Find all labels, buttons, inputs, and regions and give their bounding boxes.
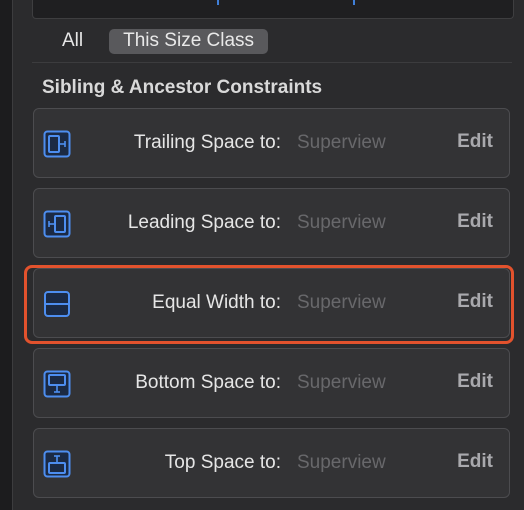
constraint-target: Superview [297, 132, 386, 153]
constraint-target: Superview [297, 372, 386, 393]
edit-button[interactable]: Edit [457, 451, 493, 473]
constraint-label: Top Space to: [164, 452, 281, 473]
edit-button[interactable]: Edit [457, 291, 493, 313]
edit-button[interactable]: Edit [457, 371, 493, 393]
leading-space-icon [43, 210, 71, 238]
constraint-label: Leading Space to: [127, 212, 281, 233]
constraint-row-leading-space[interactable]: Leading Space to: Superview Edit [33, 188, 510, 258]
constraint-row-equal-width[interactable]: Equal Width to: Superview Edit [33, 268, 510, 338]
bottom-space-icon [43, 370, 71, 398]
constraint-label: Bottom Space to: [135, 372, 281, 393]
edit-button[interactable]: Edit [457, 211, 493, 233]
constraint-label: Equal Width to: [152, 292, 281, 313]
constraint-view-preview [32, 0, 514, 19]
divider [32, 62, 512, 63]
preview-tick [217, 0, 219, 5]
section-title: Sibling & Ancestor Constraints [42, 77, 323, 98]
size-inspector-panel: All This Size Class Sibling & Ancestor C… [0, 0, 524, 510]
constraint-row-top-space[interactable]: Top Space to: Superview Edit [33, 428, 510, 498]
constraint-row-trailing-space[interactable]: Trailing Space to: Superview Edit [33, 108, 510, 178]
constraint-label: Trailing Space to: [133, 132, 281, 153]
panel-divider [0, 0, 13, 510]
size-class-filter: All This Size Class [32, 24, 512, 58]
constraint-row-bottom-space[interactable]: Bottom Space to: Superview Edit [33, 348, 510, 418]
equal-width-icon [44, 291, 70, 317]
trailing-space-icon [43, 130, 71, 158]
constraint-target: Superview [297, 452, 386, 473]
top-space-icon [43, 450, 71, 478]
constraint-target: Superview [297, 292, 386, 313]
filter-all-button[interactable]: All [62, 30, 83, 52]
edit-button[interactable]: Edit [457, 131, 493, 153]
filter-this-size-class-button[interactable]: This Size Class [109, 28, 269, 54]
preview-tick [353, 0, 355, 5]
constraint-target: Superview [297, 212, 386, 233]
